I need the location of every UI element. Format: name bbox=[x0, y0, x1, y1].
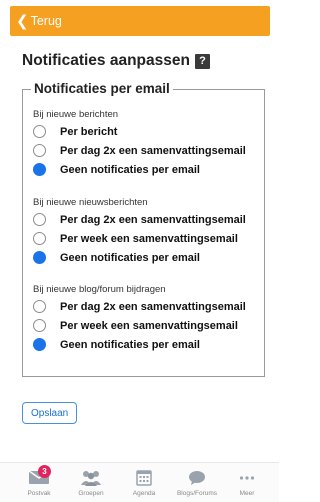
bottom-tab-bar: 3 Postvak Groepen Agenda Blogs/Forums Me… bbox=[0, 462, 279, 502]
tab-agenda[interactable]: Agenda bbox=[119, 463, 169, 502]
radio-button[interactable] bbox=[33, 125, 46, 138]
tab-label: Agenda bbox=[132, 490, 156, 497]
tab-postvak[interactable]: 3 Postvak bbox=[14, 463, 64, 502]
fieldset-legend: Notificaties per email bbox=[31, 80, 173, 98]
radio-button[interactable] bbox=[33, 300, 46, 313]
radio-option[interactable]: Geen notificaties per email bbox=[33, 160, 246, 179]
tab-groepen[interactable]: Groepen bbox=[66, 463, 116, 502]
radio-option[interactable]: Per week een samenvattingsemail bbox=[33, 316, 246, 335]
radio-option[interactable]: Geen notificaties per email bbox=[33, 335, 246, 354]
group-blog-forum: Bij nieuwe blog/forum bijdragen Per dag … bbox=[33, 284, 246, 354]
tab-meer[interactable]: Meer bbox=[222, 463, 272, 502]
email-notifications-fieldset: Notificaties per email Bij nieuwe berich… bbox=[22, 80, 265, 377]
radio-label: Per week een samenvattingsemail bbox=[60, 232, 238, 245]
page-title-text: Notificaties aanpassen bbox=[22, 52, 190, 69]
chevron-left-icon: ❮ bbox=[16, 12, 29, 30]
back-label: Terug bbox=[30, 14, 62, 28]
group-new-messages: Bij nieuwe berichten Per bericht Per dag… bbox=[33, 109, 246, 179]
radio-label: Geen notificaties per email bbox=[60, 163, 200, 176]
radio-option[interactable]: Per dag 2x een samenvattingsemail bbox=[33, 297, 246, 316]
radio-label: Per bericht bbox=[60, 125, 118, 138]
group-title: Bij nieuwe blog/forum bijdragen bbox=[33, 284, 166, 295]
group-title: Bij nieuwe nieuwsberichten bbox=[33, 197, 148, 208]
mail-icon: 3 bbox=[28, 465, 51, 486]
calendar-icon bbox=[136, 469, 152, 486]
save-button[interactable]: Opslaan bbox=[22, 402, 78, 424]
radio-label: Per dag 2x een samenvattingsemail bbox=[60, 144, 246, 157]
radio-button[interactable] bbox=[33, 213, 46, 226]
radio-option[interactable]: Per bericht bbox=[33, 122, 246, 141]
radio-label: Geen notificaties per email bbox=[60, 338, 200, 351]
radio-option[interactable]: Geen notificaties per email bbox=[33, 248, 246, 267]
radio-button[interactable] bbox=[33, 232, 46, 245]
group-title: Bij nieuwe berichten bbox=[33, 109, 119, 120]
tab-label: Postvak bbox=[27, 490, 51, 497]
group-news: Bij nieuwe nieuwsberichten Per dag 2x ee… bbox=[33, 197, 246, 267]
tab-label: Groepen bbox=[78, 490, 104, 497]
people-icon bbox=[80, 469, 102, 486]
radio-button[interactable] bbox=[33, 319, 46, 332]
radio-option[interactable]: Per week een samenvattingsemail bbox=[33, 229, 246, 248]
radio-option[interactable]: Per dag 2x een samenvattingsemail bbox=[33, 141, 246, 160]
tab-label: Meer bbox=[239, 490, 255, 497]
tab-blogs-forums[interactable]: Blogs/Forums bbox=[172, 463, 222, 502]
help-icon[interactable]: ? bbox=[194, 53, 210, 69]
tab-label: Blogs/Forums bbox=[176, 490, 218, 497]
radio-button-selected[interactable] bbox=[33, 251, 46, 264]
radio-label: Geen notificaties per email bbox=[60, 251, 200, 264]
radio-label: Per dag 2x een samenvattingsemail bbox=[60, 213, 246, 226]
top-bar: ❮ Terug bbox=[10, 6, 270, 36]
back-button[interactable]: ❮ Terug bbox=[10, 6, 62, 36]
radio-label: Per week een samenvattingsemail bbox=[60, 319, 238, 332]
page-title: Notificaties aanpassen ? bbox=[22, 52, 210, 70]
radio-button-selected[interactable] bbox=[33, 163, 46, 176]
chat-bubble-icon bbox=[188, 469, 206, 486]
radio-option[interactable]: Per dag 2x een samenvattingsemail bbox=[33, 210, 246, 229]
more-dots-icon bbox=[239, 469, 255, 486]
radio-button-selected[interactable] bbox=[33, 338, 46, 351]
radio-button[interactable] bbox=[33, 144, 46, 157]
radio-label: Per dag 2x een samenvattingsemail bbox=[60, 300, 246, 313]
unread-badge: 3 bbox=[38, 465, 51, 478]
